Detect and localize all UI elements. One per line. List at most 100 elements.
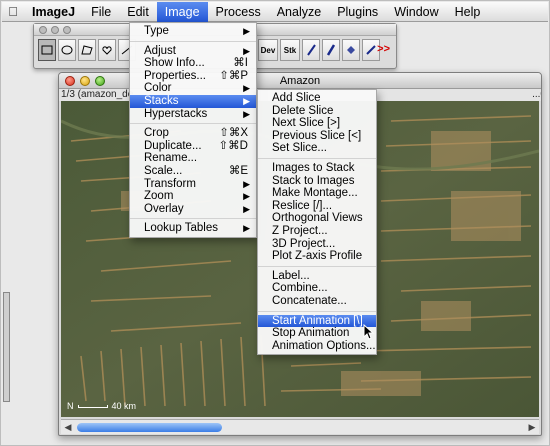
menu-item-label: Set Slice...: [272, 142, 327, 155]
menu-item-stack-to-images[interactable]: Stack to Images: [258, 175, 376, 188]
menu-edit[interactable]: Edit: [119, 2, 157, 22]
menu-item-label: Concatenate...: [272, 294, 347, 307]
menu-item-3d-project[interactable]: 3D Project...: [258, 238, 376, 251]
menu-item-shortcut: ⇧⌘P: [219, 69, 248, 82]
menu-item-images-to-stack[interactable]: Images to Stack: [258, 162, 376, 175]
north-arrow-icon: N: [67, 401, 74, 411]
menu-item-stacks[interactable]: Stacks ▶: [130, 94, 256, 108]
menu-item-crop[interactable]: Crop ⇧⌘X: [130, 127, 256, 140]
menu-item-orthogonal-views[interactable]: Orthogonal Views: [258, 212, 376, 225]
menu-item-label: Combine...: [272, 282, 328, 295]
menu-file[interactable]: File: [83, 2, 119, 22]
submenu-arrow-icon: ▶: [243, 108, 250, 119]
menu-item-label: Lookup Tables: [144, 222, 218, 235]
menu-item-z-project[interactable]: Z Project...: [258, 225, 376, 238]
menu-item-label: Animation Options...: [272, 339, 376, 352]
horizontal-scrollbar[interactable]: ◀ ▶: [61, 419, 539, 434]
close-icon[interactable]: [39, 26, 47, 34]
menu-separator: [130, 123, 256, 125]
menu-item-label: Type: [144, 25, 169, 37]
zoom-icon[interactable]: [63, 26, 71, 34]
menu-item-transform[interactable]: Transform ▶: [130, 178, 256, 191]
menu-item-label: Z Project...: [272, 224, 328, 237]
zoom-icon[interactable]: [95, 76, 105, 86]
menu-item-make-montage[interactable]: Make Montage...: [258, 187, 376, 200]
menu-item-rename[interactable]: Rename...: [130, 152, 256, 165]
menu-item-color[interactable]: Color ▶: [130, 82, 256, 95]
menu-separator: [258, 265, 376, 267]
polygon-tool-icon[interactable]: [78, 39, 96, 61]
menu-item-combine[interactable]: Combine...: [258, 282, 376, 295]
menu-separator: [130, 218, 256, 220]
submenu-arrow-icon: ▶: [243, 83, 250, 94]
menu-item-label: Properties...: [144, 69, 206, 82]
image-window-title: Amazon: [279, 75, 321, 87]
menu-item-shortcut: ⌘I: [233, 57, 248, 70]
pencil-icon[interactable]: [302, 39, 320, 61]
menu-item-plot-z-axis-profile[interactable]: Plot Z-axis Profile: [258, 250, 376, 263]
menu-analyze[interactable]: Analyze: [269, 2, 329, 22]
brush-icon[interactable]: [322, 39, 340, 61]
stk-tool-icon[interactable]: Stk: [280, 39, 300, 61]
menu-item-label: Transform: [144, 177, 196, 190]
scale-bar: N 40 km: [67, 401, 136, 411]
menu-item-label: Color: [144, 82, 172, 95]
menu-image[interactable]: Image: [156, 1, 208, 22]
menu-item-type[interactable]: Type ▶: [130, 25, 256, 38]
menu-separator: [258, 157, 376, 159]
menu-item-label[interactable]: Label...: [258, 270, 376, 283]
submenu-arrow-icon: ▶: [243, 203, 250, 214]
rectangle-tool-icon[interactable]: [38, 39, 56, 61]
menu-item-properties[interactable]: Properties... ⇧⌘P: [130, 70, 256, 83]
menu-separator: [130, 40, 256, 42]
menu-item-label: Duplicate...: [144, 139, 202, 152]
menu-separator: [258, 310, 376, 312]
minimize-icon[interactable]: [51, 26, 59, 34]
menu-item-next-slice[interactable]: Next Slice [>]: [258, 117, 376, 130]
apple-icon[interactable]: : [2, 4, 24, 19]
menu-item-delete-slice[interactable]: Delete Slice: [258, 105, 376, 118]
freehand-tool-icon[interactable]: [98, 39, 116, 61]
menu-app-imagej[interactable]: ImageJ: [24, 2, 83, 22]
menu-item-reslice[interactable]: Reslice [/]...: [258, 200, 376, 213]
more-tools-icon[interactable]: >>: [377, 43, 390, 55]
submenu-arrow-icon: ▶: [243, 191, 250, 202]
menu-help[interactable]: Help: [447, 2, 489, 22]
menu-item-add-slice[interactable]: Add Slice: [258, 92, 376, 105]
menu-item-label: Stack to Images: [272, 174, 355, 187]
submenu-arrow-icon: ▶: [243, 45, 250, 56]
menu-item-previous-slice[interactable]: Previous Slice [<]: [258, 130, 376, 143]
menu-window[interactable]: Window: [386, 2, 446, 22]
image-info-tail: ...0 pixels; RGB; 4MB: [532, 89, 541, 100]
menu-item-show-info[interactable]: Show Info... ⌘I: [130, 57, 256, 70]
menu-item-label: Make Montage...: [272, 187, 358, 200]
menu-item-concatenate[interactable]: Concatenate...: [258, 295, 376, 308]
menu-item-start-animation[interactable]: Start Animation [\]: [258, 314, 376, 328]
menu-item-label: Images to Stack: [272, 161, 355, 174]
menu-item-label: Previous Slice [<]: [272, 129, 362, 142]
scroll-thumb[interactable]: [77, 422, 222, 432]
minimize-icon[interactable]: [80, 76, 90, 86]
dev-tool-icon[interactable]: Dev: [258, 39, 278, 61]
menu-item-scale[interactable]: Scale... ⌘E: [130, 165, 256, 178]
menu-item-zoom[interactable]: Zoom ▶: [130, 190, 256, 203]
oval-tool-icon[interactable]: [58, 39, 76, 61]
menu-item-label: Rename...: [144, 152, 198, 165]
menu-process[interactable]: Process: [208, 2, 269, 22]
scroll-right-icon[interactable]: ▶: [525, 422, 539, 433]
menu-item-adjust[interactable]: Adjust ▶: [130, 45, 256, 58]
flood-fill-icon[interactable]: [342, 39, 360, 61]
menu-item-label: Stacks: [144, 94, 179, 107]
scroll-left-icon[interactable]: ◀: [61, 422, 75, 433]
menu-item-duplicate[interactable]: Duplicate... ⇧⌘D: [130, 140, 256, 153]
close-icon[interactable]: [65, 76, 75, 86]
menu-item-animation-options[interactable]: Animation Options...: [258, 340, 376, 353]
menu-item-lookup-tables[interactable]: Lookup Tables ▶: [130, 222, 256, 235]
menu-item-overlay[interactable]: Overlay ▶: [130, 203, 256, 216]
menu-item-label: Scale...: [144, 164, 183, 177]
menu-item-stop-animation[interactable]: Stop Animation: [258, 327, 376, 340]
menu-item-hyperstacks[interactable]: Hyperstacks ▶: [130, 108, 256, 121]
menu-plugins[interactable]: Plugins: [329, 2, 386, 22]
menu-item-set-slice[interactable]: Set Slice...: [258, 142, 376, 155]
submenu-arrow-icon: ▶: [243, 178, 250, 189]
